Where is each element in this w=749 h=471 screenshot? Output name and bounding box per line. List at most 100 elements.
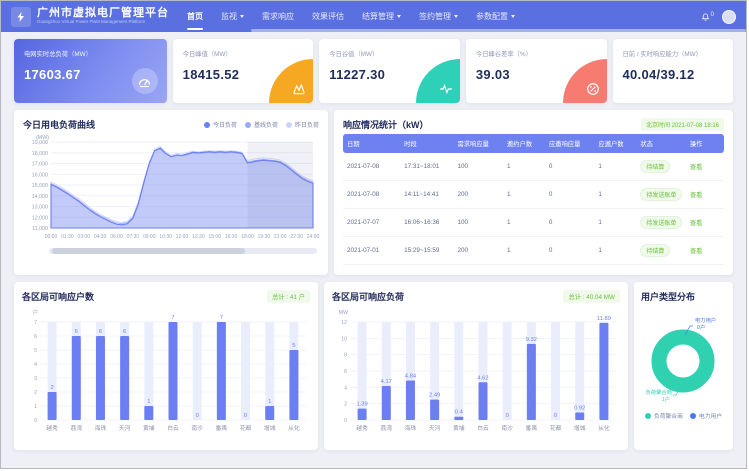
kpi-label: 日前 / 实时响应能力（MW） bbox=[623, 49, 724, 58]
svg-text:南沙: 南沙 bbox=[191, 424, 203, 432]
svg-text:10: 10 bbox=[341, 336, 347, 342]
response-table-header: 日期时段需求响应量邀约户数应邀响应量应邀户数状态操作 bbox=[343, 134, 724, 153]
svg-text:5: 5 bbox=[292, 343, 295, 349]
svg-text:16,000: 16,000 bbox=[32, 172, 48, 178]
status-badge: 待结算 bbox=[640, 160, 670, 173]
kpi-card-peak-valley-ratio: 今日峰谷差率（%） 39.03 bbox=[466, 39, 607, 103]
nav-item-2[interactable]: 需求响应 bbox=[262, 1, 294, 32]
legend-item[interactable]: 昨日负荷 bbox=[286, 120, 319, 129]
svg-text:白云: 白云 bbox=[477, 424, 489, 432]
nav-item-0[interactable]: 首页 bbox=[187, 1, 203, 32]
svg-text:0户: 0户 bbox=[697, 323, 705, 331]
svg-text:24:00: 24:00 bbox=[307, 234, 319, 240]
user-type-donut-chart: 电力用户0户负荷聚合商1户 bbox=[641, 307, 726, 409]
table-row: 2021-07-0817:31~18:01100101待结算查看 bbox=[343, 153, 724, 181]
svg-text:11.89: 11.89 bbox=[597, 316, 611, 322]
top-navbar: 广州市虚拟电厂管理平台 Guangzhou Virtual Power Plan… bbox=[1, 1, 746, 32]
view-link[interactable]: 查看 bbox=[690, 220, 703, 227]
svg-text:7: 7 bbox=[34, 320, 37, 326]
nav-item-4[interactable]: 结算管理 bbox=[362, 1, 401, 32]
nav-item-3[interactable]: 效果评估 bbox=[312, 1, 344, 32]
response-table: 日期时段需求响应量邀约户数应邀响应量应邀户数状态操作 2021-07-0817:… bbox=[343, 134, 724, 265]
svg-text:2.49: 2.49 bbox=[429, 393, 440, 399]
column-header: 时段 bbox=[400, 134, 453, 153]
legend-dot-icon bbox=[286, 122, 292, 128]
avatar[interactable] bbox=[722, 10, 736, 24]
notification-bell-icon[interactable]: 0 bbox=[701, 12, 714, 21]
legend-item[interactable]: 电力用户 bbox=[690, 411, 722, 420]
svg-text:15:00: 15:00 bbox=[208, 234, 221, 240]
kpi-row: 电网实时总负荷（MW） 17603.67 今日峰值（MW） 18415.52 今… bbox=[14, 39, 733, 103]
legend-dot-icon bbox=[245, 122, 251, 128]
view-link[interactable]: 查看 bbox=[690, 248, 703, 255]
app-logo-icon bbox=[11, 7, 31, 27]
svg-text:4: 4 bbox=[34, 362, 37, 368]
main-content: 电网实时总负荷（MW） 17603.67 今日峰值（MW） 18415.52 今… bbox=[1, 32, 746, 450]
kpi-card-today-peak: 今日峰值（MW） 18415.52 bbox=[173, 39, 314, 103]
kpi-card-today-valley: 今日谷值（MW） 11227.30 bbox=[319, 39, 460, 103]
svg-text:负荷聚合商: 负荷聚合商 bbox=[646, 388, 673, 396]
svg-text:4.84: 4.84 bbox=[405, 373, 417, 379]
svg-text:3: 3 bbox=[34, 376, 37, 382]
svg-text:9.32: 9.32 bbox=[526, 337, 537, 343]
svg-text:1户: 1户 bbox=[662, 395, 670, 403]
svg-text:6: 6 bbox=[99, 329, 102, 335]
legend-item[interactable]: 负荷聚合商 bbox=[645, 411, 683, 420]
svg-text:19:30: 19:30 bbox=[258, 234, 271, 240]
svg-text:天河: 天河 bbox=[429, 424, 441, 432]
svg-text:增城: 增城 bbox=[264, 424, 276, 432]
district-households-chart: 01234567户2越秀6荔湾6海珠6天河1黄埔7白云0南沙7番禺0花都1增城5… bbox=[22, 306, 310, 434]
load-curve-card: 今日用电负荷曲线 今日负荷基线负荷昨日负荷 11,00012,00013,000… bbox=[14, 110, 328, 275]
svg-text:MW: MW bbox=[339, 310, 348, 316]
percent-icon bbox=[563, 59, 607, 103]
svg-text:南沙: 南沙 bbox=[501, 424, 513, 432]
data-zoom-slider[interactable] bbox=[49, 248, 317, 254]
user-type-legend: 负荷聚合商电力用户 bbox=[641, 411, 726, 420]
legend-dot-icon bbox=[690, 413, 696, 419]
svg-text:6: 6 bbox=[344, 369, 347, 375]
nav-item-1[interactable]: 监视 bbox=[221, 1, 244, 32]
svg-text:13,000: 13,000 bbox=[32, 205, 48, 211]
svg-text:番禺: 番禺 bbox=[216, 425, 228, 432]
svg-text:12:00: 12:00 bbox=[176, 234, 189, 240]
svg-text:00:00: 00:00 bbox=[45, 234, 58, 240]
svg-text:2: 2 bbox=[344, 402, 347, 408]
svg-text:11,000: 11,000 bbox=[32, 226, 48, 232]
svg-text:1: 1 bbox=[147, 399, 150, 405]
nav-item-5[interactable]: 签约管理 bbox=[419, 1, 458, 32]
svg-text:0.4: 0.4 bbox=[455, 410, 464, 416]
peak-icon bbox=[269, 59, 313, 103]
svg-text:4: 4 bbox=[344, 385, 347, 391]
svg-text:21:00: 21:00 bbox=[274, 234, 287, 240]
svg-text:番禺: 番禺 bbox=[526, 425, 538, 432]
svg-text:(MW): (MW) bbox=[36, 135, 49, 141]
view-link[interactable]: 查看 bbox=[690, 164, 703, 171]
svg-text:22:30: 22:30 bbox=[290, 234, 303, 240]
legend-item[interactable]: 基线负荷 bbox=[245, 120, 278, 129]
svg-text:0: 0 bbox=[196, 413, 199, 419]
district-households-card: 各区局可响应户数 总计 : 41 户 01234567户2越秀6荔湾6海珠6天河… bbox=[14, 282, 318, 450]
svg-text:0: 0 bbox=[34, 418, 37, 424]
bottom-row: 各区局可响应户数 总计 : 41 户 01234567户2越秀6荔湾6海珠6天河… bbox=[14, 282, 733, 450]
status-badge: 待结算 bbox=[640, 244, 670, 257]
column-header: 邀约户数 bbox=[503, 134, 545, 153]
data-zoom-handle[interactable] bbox=[52, 248, 245, 254]
district-load-title: 各区局可响应负荷 bbox=[332, 290, 404, 303]
view-link[interactable]: 查看 bbox=[690, 192, 703, 199]
svg-text:黄埔: 黄埔 bbox=[143, 424, 155, 432]
svg-text:从化: 从化 bbox=[288, 424, 300, 432]
notification-count: 0 bbox=[711, 12, 714, 18]
column-header: 应邀响应量 bbox=[545, 134, 595, 153]
svg-text:17,000: 17,000 bbox=[32, 162, 48, 168]
app-subtitle: Guangzhou Virtual Power Plant Management… bbox=[37, 20, 169, 25]
svg-text:2: 2 bbox=[50, 385, 53, 391]
svg-text:6: 6 bbox=[34, 334, 37, 340]
svg-text:18:00: 18:00 bbox=[241, 234, 254, 240]
user-type-card: 用户类型分布 电力用户0户负荷聚合商1户 负荷聚合商电力用户 bbox=[634, 282, 733, 450]
svg-text:6: 6 bbox=[123, 329, 126, 335]
legend-item[interactable]: 今日负荷 bbox=[204, 120, 237, 129]
load-curve-title: 今日用电负荷曲线 bbox=[23, 118, 95, 131]
column-header: 状态 bbox=[636, 134, 686, 153]
nav-item-6[interactable]: 参数配置 bbox=[476, 1, 515, 32]
svg-text:电力用户: 电力用户 bbox=[695, 316, 716, 324]
